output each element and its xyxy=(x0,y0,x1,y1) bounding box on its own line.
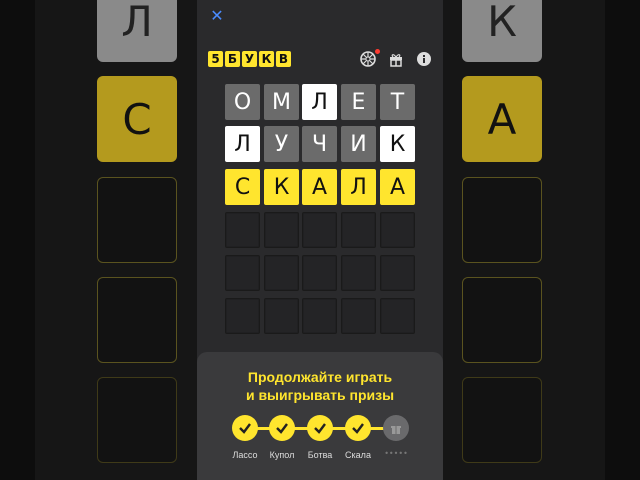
empty-tile xyxy=(225,255,260,291)
side-tile xyxy=(97,377,177,463)
empty-tile xyxy=(225,212,260,248)
letter-tile: Е xyxy=(341,84,376,120)
empty-tile xyxy=(302,298,337,334)
check-icon xyxy=(314,423,326,434)
letter-tile: А xyxy=(302,169,337,205)
side-tile xyxy=(97,177,177,263)
empty-tile xyxy=(341,298,376,334)
letter-tile: Л xyxy=(225,126,260,162)
letter-tile: Т xyxy=(380,84,415,120)
letter-tile: К xyxy=(264,169,299,205)
side-tile xyxy=(97,277,177,363)
letter-tile: М xyxy=(264,84,299,120)
empty-tile xyxy=(380,255,415,291)
prize-step-label: Скала xyxy=(345,450,371,460)
notification-dot xyxy=(375,49,380,54)
side-tile xyxy=(462,177,542,263)
prize-step-label-hidden: ••••• xyxy=(384,449,408,458)
letter-tile: Л xyxy=(341,169,376,205)
logo-letter: Б xyxy=(225,51,240,67)
empty-tile xyxy=(302,212,337,248)
prize-title-line: Продолжайте играть xyxy=(247,369,393,385)
empty-tile xyxy=(302,255,337,291)
prize-step-done xyxy=(307,415,333,441)
prize-step-done xyxy=(269,415,295,441)
letter-tile: С xyxy=(225,169,260,205)
letter-tile: И xyxy=(341,126,376,162)
empty-tile xyxy=(380,298,415,334)
letter-tile: Ч xyxy=(302,126,337,162)
logo: 5 Б У К В xyxy=(208,51,291,67)
prize-step-done xyxy=(345,415,371,441)
letter-tile: Л xyxy=(302,84,337,120)
prize-step-locked xyxy=(383,415,409,441)
side-tile: К xyxy=(462,0,542,62)
gift-icon[interactable] xyxy=(387,50,405,68)
logo-letter: У xyxy=(242,51,257,67)
side-tile: Л xyxy=(97,0,177,62)
wheel-icon[interactable] xyxy=(359,50,377,68)
side-tile: С xyxy=(97,76,177,162)
empty-tile xyxy=(380,212,415,248)
letter-tile: К xyxy=(380,126,415,162)
side-tile xyxy=(462,277,542,363)
letter-tile: О xyxy=(225,84,260,120)
logo-letter: 5 xyxy=(208,51,223,67)
side-tile: А xyxy=(462,76,542,162)
letter-tile: У xyxy=(264,126,299,162)
check-icon xyxy=(352,423,364,434)
empty-tile xyxy=(341,255,376,291)
side-tile xyxy=(462,377,542,463)
empty-tile xyxy=(264,255,299,291)
check-icon xyxy=(239,423,251,434)
logo-letter: К xyxy=(259,51,274,67)
empty-tile xyxy=(225,298,260,334)
prize-title: Продолжайте играть и выигрывать призы xyxy=(197,368,443,404)
letter-tile: А xyxy=(380,169,415,205)
prize-title-line: и выигрывать призы xyxy=(245,387,395,403)
gift-icon xyxy=(391,426,401,434)
info-icon[interactable] xyxy=(415,50,433,68)
empty-tile xyxy=(264,298,299,334)
left-side-board: Л С xyxy=(35,0,200,480)
empty-tile xyxy=(341,212,376,248)
close-icon[interactable]: ✕ xyxy=(209,8,225,24)
check-icon xyxy=(276,423,288,434)
right-side-board: К А xyxy=(440,0,605,480)
empty-tile xyxy=(264,212,299,248)
logo-letter: В xyxy=(276,51,291,67)
prize-step-done xyxy=(232,415,258,441)
